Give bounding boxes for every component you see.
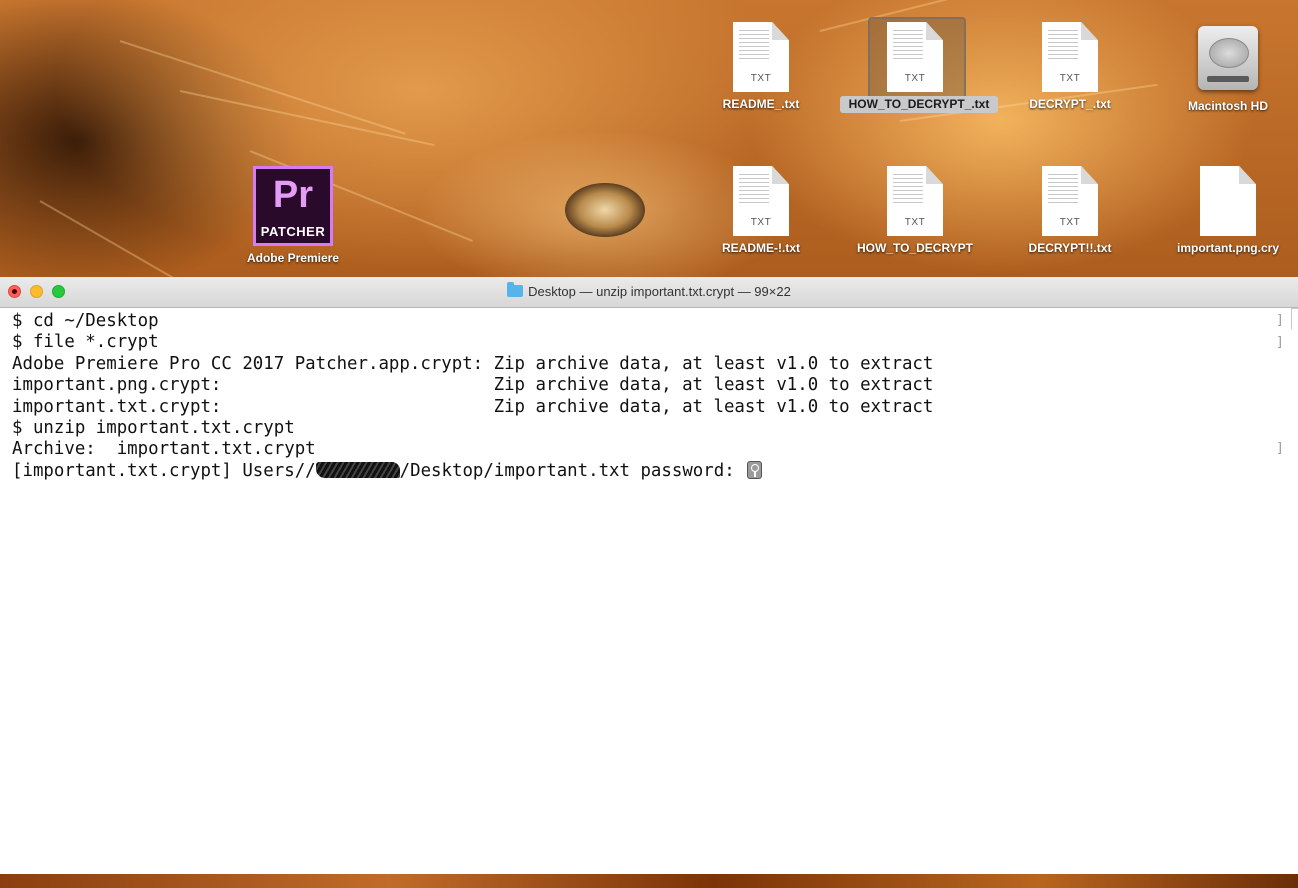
text-file-icon: TXT: [733, 166, 789, 236]
terminal-output[interactable]: $ cd ~/Desktop $ file *.crypt Adobe Prem…: [12, 311, 1272, 482]
terminal-line: Adobe Premiere Pro CC 2017 Patcher.app.c…: [12, 353, 934, 374]
terminal-line: $ file *.crypt: [12, 332, 159, 353]
desktop-icon-label: DECRYPT_.txt: [1029, 97, 1111, 111]
text-file-icon: TXT: [887, 22, 943, 92]
terminal-line: Archive: important.txt.crypt: [12, 439, 316, 460]
desktop-icon-label: README_.txt: [722, 97, 800, 111]
terminal-line: $ unzip important.txt.crypt: [12, 417, 295, 438]
desktop-icon-label: README-!.txt: [722, 241, 800, 255]
folder-icon: [507, 282, 524, 297]
terminal-line: $ cd ~/Desktop: [12, 311, 159, 331]
premiere-patcher-icon: Pr PATCHER: [253, 166, 333, 246]
window-title-text: Desktop — unzip important.txt.crypt — 99…: [528, 284, 791, 299]
terminal-window[interactable]: Desktop — unzip important.txt.crypt — 99…: [0, 277, 1298, 874]
desktop-icon-label: DECRYPT!!.txt: [1028, 241, 1112, 255]
lion-eye: [565, 183, 645, 237]
mark-bracket: ]: [1276, 441, 1284, 456]
text-file-icon: TXT: [733, 22, 789, 92]
prompt-path-start: [important.txt.crypt] Users//: [12, 460, 316, 481]
prompt-path-end: /Desktop/important.txt password:: [399, 460, 746, 481]
terminal-titlebar[interactable]: Desktop — unzip important.txt.crypt — 99…: [0, 277, 1298, 308]
redacted-username: [315, 461, 400, 478]
scrollbar[interactable]: [1291, 308, 1298, 329]
desktop-icon-decrypt-underscore[interactable]: TXT DECRYPT_.txt: [1005, 22, 1135, 113]
password-key-icon[interactable]: [747, 460, 763, 479]
window-title: Desktop — unzip important.txt.crypt — 99…: [0, 282, 1298, 299]
desktop-icon-how-to-decrypt-underscore[interactable]: TXT HOW_TO_DECRYPT_.txt: [840, 22, 998, 113]
desktop-icon-readme-exclaim[interactable]: TXT README-!.txt: [696, 166, 826, 257]
desktop-icon-decrypt-exclaim[interactable]: TXT DECRYPT!!.txt: [1005, 166, 1135, 257]
hard-drive-icon: [1195, 20, 1261, 94]
desktop-wallpaper-bottom: [0, 874, 1298, 888]
desktop-icon-readme-underscore[interactable]: TXT README_.txt: [696, 22, 826, 113]
desktop-icon-how-to-decrypt[interactable]: TXT HOW_TO_DECRYPT: [850, 166, 980, 257]
desktop-icon-label: Adobe Premiere: [246, 251, 340, 265]
desktop-icon-label: important.png.cry: [1176, 241, 1279, 255]
desktop-icon-label: HOW_TO_DECRYPT_.txt: [840, 96, 998, 113]
blank-file-icon: [1200, 166, 1256, 236]
text-file-icon: TXT: [887, 166, 943, 236]
mark-bracket: ]: [1276, 335, 1284, 350]
desktop-icon-macintosh-hd[interactable]: Macintosh HD: [1163, 20, 1293, 115]
mark-bracket: ]: [1276, 313, 1284, 328]
terminal-line: important.png.crypt: Zip archive data, a…: [12, 375, 934, 396]
text-file-icon: TXT: [1042, 22, 1098, 92]
terminal-line: important.txt.crypt: Zip archive data, a…: [12, 396, 934, 417]
terminal-prompt-line: [important.txt.crypt] Users// /Desktop/im…: [12, 460, 1272, 482]
text-file-icon: TXT: [1042, 166, 1098, 236]
desktop-icon-adobe-premiere[interactable]: Pr PATCHER Adobe Premiere: [228, 166, 358, 267]
desktop-icon-label: HOW_TO_DECRYPT: [856, 241, 973, 255]
desktop-icon-label: Macintosh HD: [1187, 99, 1268, 113]
desktop-icon-important-png-crypt[interactable]: important.png.cry: [1163, 166, 1293, 257]
